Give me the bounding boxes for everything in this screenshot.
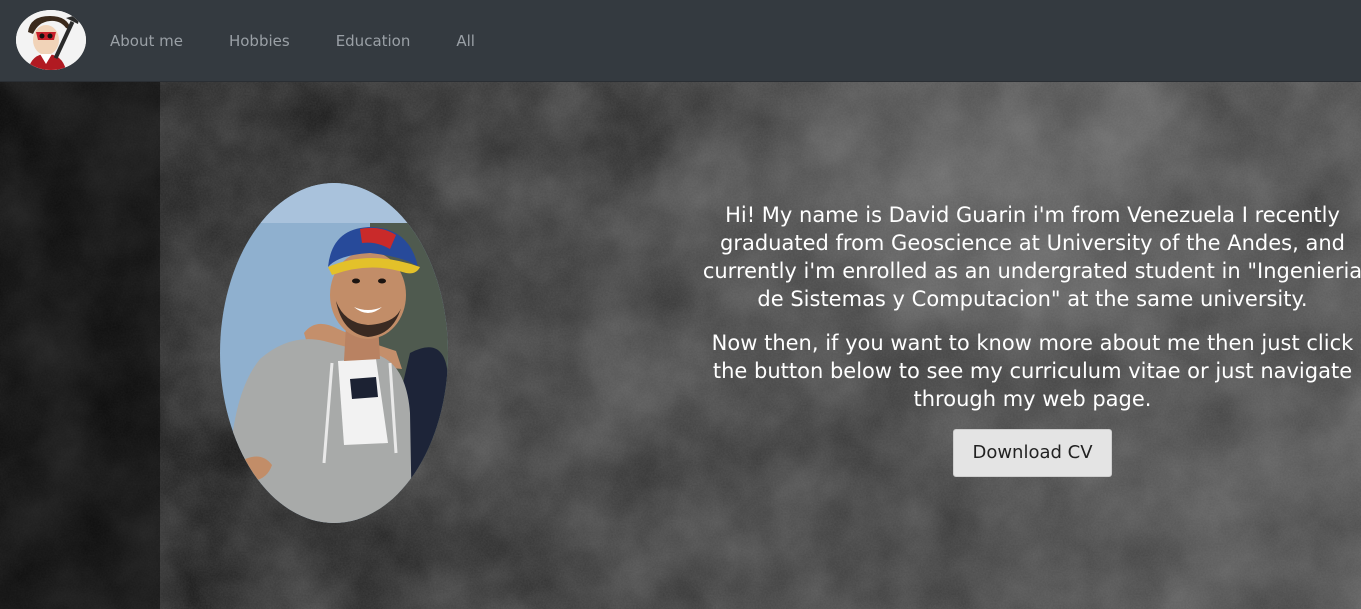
nav-link-education[interactable]: Education	[336, 32, 411, 50]
logo-avatar[interactable]	[16, 10, 86, 70]
navbar: About me Hobbies Education All	[0, 0, 1361, 82]
navigate-paragraph: Now then, if you want to know more about…	[711, 331, 1354, 411]
nav-link-about-me[interactable]: About me	[110, 32, 183, 50]
cartoon-avatar-icon	[16, 10, 86, 70]
profile-photo-illustration	[220, 183, 448, 523]
intro-paragraph: Hi! My name is David Guarin i'm from Ven…	[702, 203, 1361, 311]
hero-section: Hi! My name is David Guarin i'm from Ven…	[0, 82, 1361, 609]
intro-block: Hi! My name is David Guarin i'm from Ven…	[700, 201, 1361, 477]
nav-link-hobbies[interactable]: Hobbies	[229, 32, 290, 50]
profile-photo	[220, 183, 448, 523]
download-cv-button[interactable]: Download CV	[953, 429, 1112, 477]
nav-link-all[interactable]: All	[456, 32, 475, 50]
nav-links: About me Hobbies Education All	[110, 0, 521, 82]
